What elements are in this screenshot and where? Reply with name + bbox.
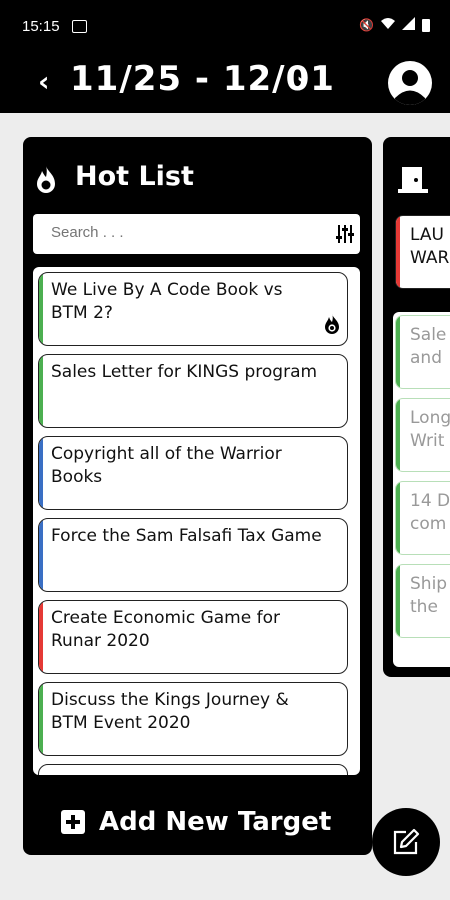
- hot-list-panel: Hot List We Live By A Code Book vs BTM 2…: [23, 137, 372, 855]
- status-icons: 🔇: [359, 17, 430, 33]
- item-text-line-1: Ship: [410, 574, 448, 594]
- item-text: Copyright all of the Warrior Books: [51, 444, 282, 487]
- item-text-line-1: LAU: [410, 225, 444, 245]
- item-text-line-1: Long: [410, 408, 450, 428]
- flame-icon: [33, 165, 59, 199]
- list-item[interactable]: We Live By A Code Book vs BTM 2?: [38, 272, 348, 346]
- list-item[interactable]: 14 D com: [395, 481, 450, 555]
- add-new-target-label: Add New Target: [99, 807, 332, 837]
- item-text: Sales Letter for KINGS program: [51, 362, 318, 382]
- user-avatar-icon[interactable]: [388, 61, 432, 105]
- week-header: ‹ 11/25 - 12/01 ›: [0, 55, 450, 113]
- image-notification-icon: [72, 20, 87, 33]
- status-stripe: [39, 601, 43, 673]
- item-text: We Live By A Code Book vs BTM 2?: [51, 280, 283, 323]
- mute-icon: 🔇: [359, 18, 374, 32]
- wifi-icon: [380, 17, 396, 33]
- status-stripe: [39, 683, 43, 755]
- item-text-line-2: and: [410, 348, 442, 368]
- status-stripe: [396, 565, 400, 637]
- door-icon: [398, 165, 428, 193]
- plus-icon: [61, 810, 85, 834]
- item-text-line-2: WAR: [410, 248, 450, 268]
- battery-icon: [422, 18, 430, 32]
- status-stripe: [39, 437, 43, 509]
- status-bar: 15:15 🔇: [0, 0, 450, 55]
- search-input[interactable]: [51, 224, 321, 241]
- item-text: Force the Sam Falsafi Tax Game: [51, 526, 322, 546]
- status-stripe: [39, 519, 43, 591]
- search-bar: [33, 214, 360, 254]
- status-stripe: [39, 355, 43, 427]
- list-item[interactable]: Create Economic Game for Runar 2020: [38, 600, 348, 674]
- hot-flame-icon: [323, 313, 341, 339]
- status-time: 15:15: [22, 18, 60, 35]
- previous-week-button[interactable]: ‹: [38, 65, 50, 98]
- status-stripe: [396, 216, 400, 288]
- list-item[interactable]: Discuss the Kings Journey & BTM Event 20…: [38, 682, 348, 756]
- add-new-target-button[interactable]: Add New Target: [61, 807, 331, 837]
- list-item[interactable]: Force the Sam Falsafi Tax Game: [38, 518, 348, 592]
- list-item[interactable]: Long Writ: [395, 398, 450, 472]
- list-item-partial[interactable]: [38, 764, 348, 775]
- item-text-line-2: Writ: [410, 431, 445, 451]
- status-stripe: [396, 399, 400, 471]
- edit-icon: [392, 828, 420, 860]
- item-text-line-1: Sale: [410, 325, 447, 345]
- hot-list-items: We Live By A Code Book vs BTM 2? Sales L…: [33, 267, 360, 775]
- item-text: Discuss the Kings Journey & BTM Event 20…: [51, 690, 289, 733]
- list-item[interactable]: Copyright all of the Warrior Books: [38, 436, 348, 510]
- status-stripe: [39, 273, 43, 345]
- status-stripe: [396, 316, 400, 388]
- second-list-panel: LAU WAR Sale and Long Writ 14 D com Ship…: [383, 137, 450, 677]
- item-text: Create Economic Game for Runar 2020: [51, 608, 280, 651]
- item-text-line-2: com: [410, 514, 447, 534]
- filter-sliders-icon[interactable]: [336, 224, 354, 248]
- list-item[interactable]: LAU WAR: [395, 215, 450, 289]
- hot-list-title: Hot List: [75, 161, 194, 192]
- signal-icon: [402, 17, 416, 33]
- list-item[interactable]: Sale and: [395, 315, 450, 389]
- edit-fab-button[interactable]: [372, 808, 440, 876]
- list-item[interactable]: Ship the: [395, 564, 450, 638]
- next-week-button[interactable]: ›: [296, 65, 308, 98]
- status-stripe: [396, 482, 400, 554]
- list-item[interactable]: Sales Letter for KINGS program: [38, 354, 348, 428]
- item-text-line-1: 14 D: [410, 491, 450, 511]
- item-text-line-2: the: [410, 597, 438, 617]
